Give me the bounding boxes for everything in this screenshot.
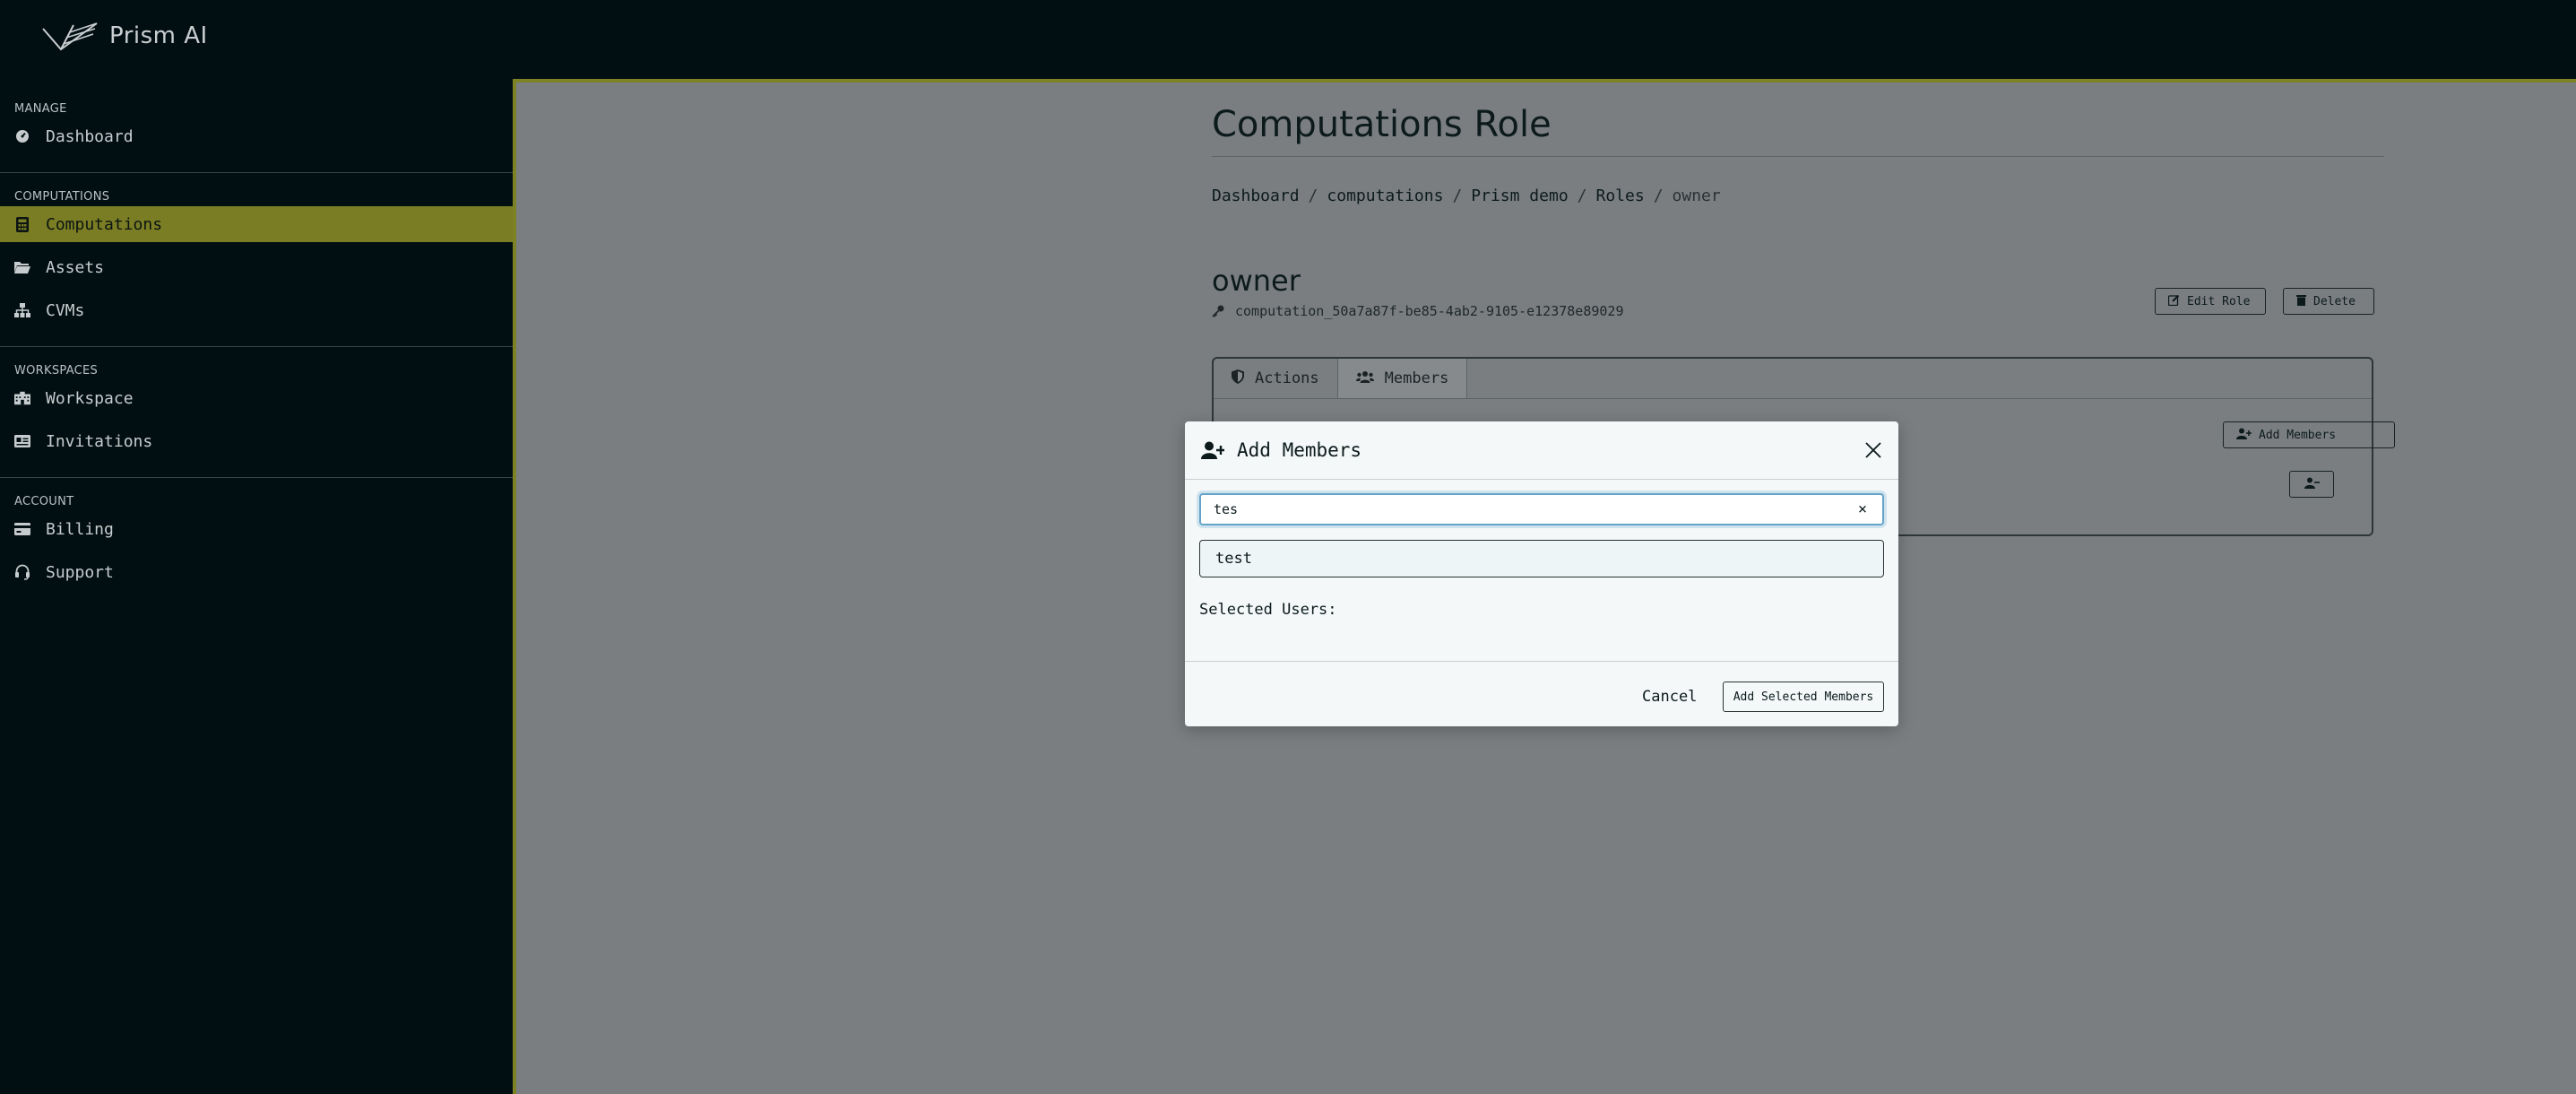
sidebar-item-label: Computations [46,214,163,234]
gauge-icon [14,128,30,144]
app-logo[interactable]: Prism AI [41,20,208,52]
section-title-account: ACCOUNT [14,495,74,508]
breadcrumb-separator: / [1653,187,1664,205]
trash-icon [2296,294,2306,309]
calculator-icon [14,216,30,232]
building-icon [14,390,30,406]
member-search-input[interactable] [1212,500,1825,518]
sidebar-item-support[interactable]: Support [0,554,513,590]
headset-icon [14,564,30,580]
sidebar-item-label: CVMs [46,300,85,320]
sidebar-item-label: Invitations [46,431,153,451]
id-card-icon [14,433,30,449]
breadcrumb-prism-demo[interactable]: Prism demo [1471,187,1568,205]
credit-card-icon [14,521,30,537]
edit-icon [2167,294,2180,309]
sidebar: MANAGE Dashboard COMPUTATIONS Computatio… [0,79,513,1094]
title-divider [1212,156,2384,157]
add-members-button[interactable]: Add Members [2223,421,2395,448]
tab-members[interactable]: Members [1337,359,1468,398]
page-title: Computations Role [1212,104,1552,145]
folder-icon [14,259,30,275]
sidebar-item-assets[interactable]: Assets [0,249,513,285]
remove-member-button[interactable] [2289,471,2334,498]
clear-search-icon[interactable]: × [1854,500,1871,518]
breadcrumb-separator: / [1452,187,1463,205]
section-title-manage: MANAGE [14,102,67,116]
sidebar-divider [0,346,513,347]
cancel-button[interactable]: Cancel [1642,682,1697,712]
add-members-label: Add Members [2259,428,2337,442]
add-members-modal: Add Members × test Selected Users: Cance… [1185,421,1898,726]
breadcrumb: Dashboard / computations / Prism demo / … [1212,187,1721,205]
shield-icon [1232,369,1244,388]
modal-footer-divider [1185,661,1898,662]
users-icon [1355,369,1374,387]
delete-role-label: Delete [2313,294,2356,308]
user-plus-icon [1201,441,1224,459]
user-suggestion-label: test [1215,550,1252,568]
sidebar-item-dashboard[interactable]: Dashboard [0,118,513,154]
key-icon [1212,305,1224,317]
modal-header: Add Members [1185,421,1898,480]
sidebar-item-label: Assets [46,257,105,277]
delete-role-button[interactable]: Delete [2283,288,2374,315]
app-name: Prism AI [109,22,208,49]
sidebar-item-invitations[interactable]: Invitations [0,423,513,459]
user-plus-icon [2236,428,2252,443]
user-suggestion-item[interactable]: test [1199,540,1884,577]
tab-actions[interactable]: Actions [1214,359,1338,398]
close-icon[interactable] [1861,438,1886,463]
breadcrumb-computations[interactable]: computations [1327,187,1443,205]
sidebar-item-workspace[interactable]: Workspace [0,380,513,416]
role-id: computation_50a7a87f-be85-4ab2-9105-e123… [1212,303,1623,319]
section-title-workspaces: WORKSPACES [14,364,99,378]
member-search-field: × [1199,493,1884,525]
sidebar-divider [0,172,513,173]
prism-logo-icon [41,20,100,52]
sidebar-item-computations[interactable]: Computations [0,206,513,242]
breadcrumb-separator: / [1308,187,1318,205]
sitemap-icon [14,302,30,318]
edit-role-button[interactable]: Edit Role [2155,288,2266,315]
tab-members-label: Members [1384,369,1449,387]
breadcrumb-current: owner [1672,187,1721,205]
sidebar-divider [0,477,513,478]
breadcrumb-dashboard[interactable]: Dashboard [1212,187,1300,205]
role-name: owner [1212,264,1301,298]
tabs-divider [1214,398,2372,399]
selected-users-label: Selected Users: [1199,601,1337,619]
breadcrumb-roles[interactable]: Roles [1596,187,1645,205]
user-minus-icon [2304,477,2320,492]
add-selected-members-button[interactable]: Add Selected Members [1723,682,1884,712]
top-bar: Prism AI [0,0,2576,79]
sidebar-item-cvms[interactable]: CVMs [0,292,513,328]
role-id-text: computation_50a7a87f-be85-4ab2-9105-e123… [1235,303,1624,319]
modal-title: Add Members [1237,439,1362,461]
sidebar-item-billing[interactable]: Billing [0,511,513,547]
sidebar-item-label: Support [46,562,114,582]
sidebar-item-label: Workspace [46,388,134,408]
sidebar-item-label: Dashboard [46,126,134,146]
role-tabs: Actions Members [1214,359,1468,398]
edit-role-label: Edit Role [2187,294,2251,308]
sidebar-item-label: Billing [46,519,114,539]
tab-actions-label: Actions [1255,369,1319,387]
breadcrumb-separator: / [1577,187,1587,205]
section-title-computations: COMPUTATIONS [14,190,110,204]
